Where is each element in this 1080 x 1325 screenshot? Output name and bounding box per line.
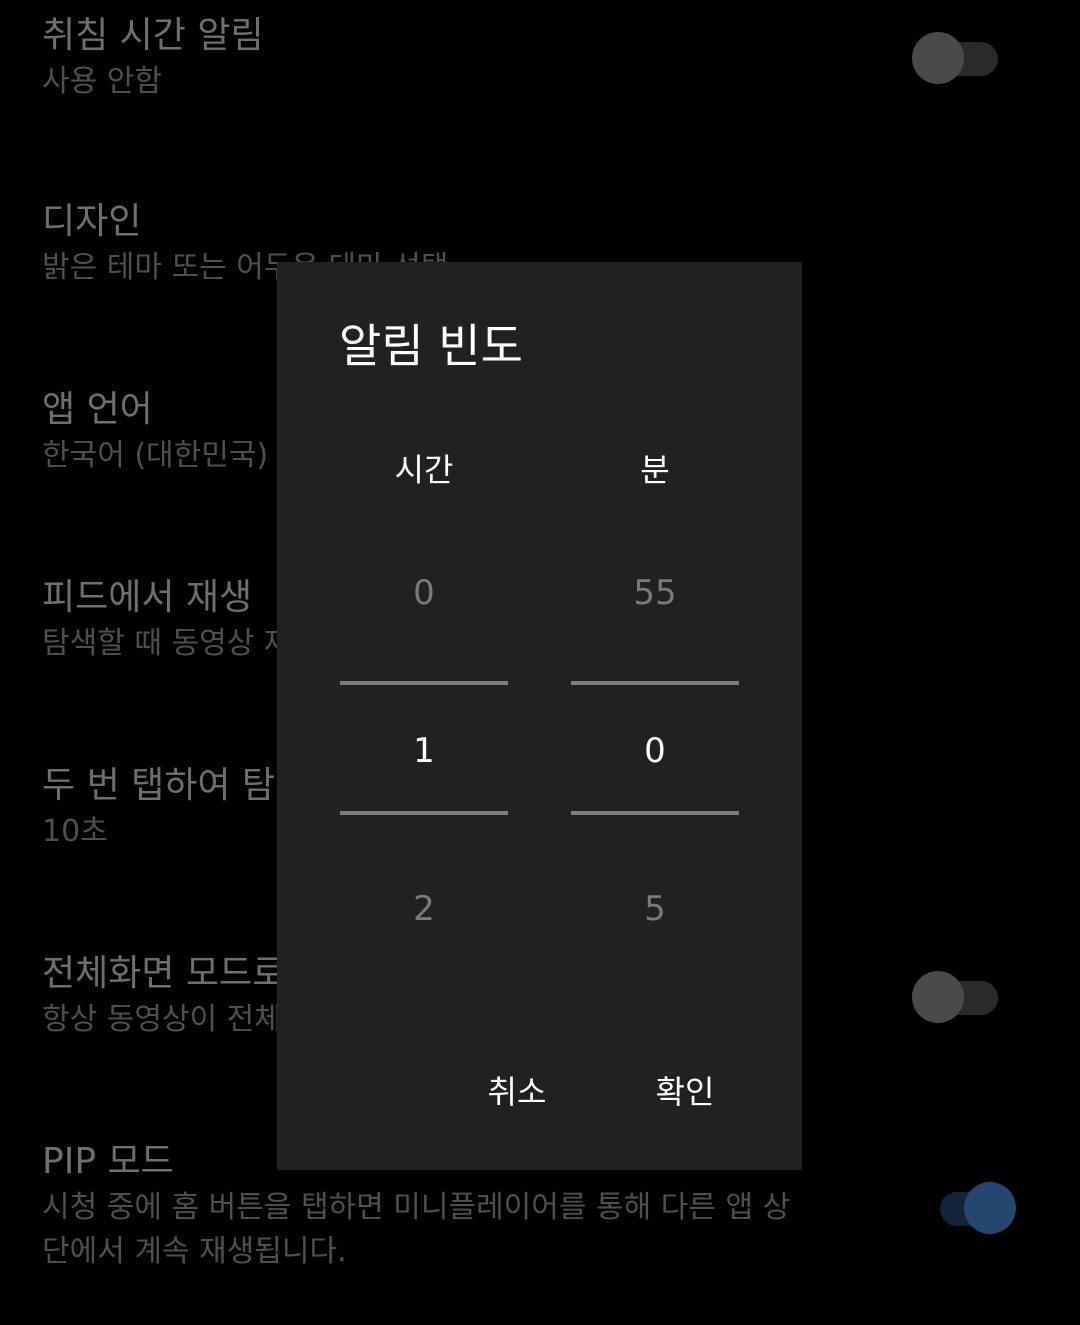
toggle-thumb [912, 971, 964, 1023]
minutes-divider-top [571, 681, 739, 685]
pip-mode-toggle[interactable] [926, 1176, 1016, 1234]
minutes-divider-bottom [571, 811, 739, 815]
hours-divider-bottom [340, 811, 508, 815]
dialog-title: 알림 빈도 [339, 319, 523, 373]
toggle-thumb [912, 32, 964, 84]
setting-subtitle: 시청 중에 홈 버튼을 탭하면 미니플레이어를 통해 다른 앱 상단에서 계속 … [42, 1190, 791, 1269]
setting-subtitle: 사용 안함 [42, 64, 162, 99]
hours-selected-value[interactable]: 1 [340, 727, 508, 775]
hours-prev-value[interactable]: 0 [340, 569, 508, 617]
setting-title: 취침 시간 알림 [42, 15, 264, 56]
minutes-prev-value[interactable]: 55 [571, 569, 739, 617]
cancel-button[interactable]: 취소 [457, 1064, 577, 1120]
hours-divider-top [340, 681, 508, 685]
setting-bedtime-reminder[interactable]: 취침 시간 알림 사용 안함 [42, 12, 882, 104]
fullscreen-mode-toggle[interactable] [912, 965, 1002, 1023]
settings-screen: 취침 시간 알림 사용 안함 디자인 밝은 테마 또는 어두운 테마 선택 앱 … [0, 0, 1080, 1325]
setting-title: 디자인 [42, 201, 142, 242]
minutes-selected-value[interactable]: 0 [571, 727, 739, 775]
ok-button[interactable]: 확인 [625, 1064, 745, 1120]
hours-next-value[interactable]: 2 [340, 885, 508, 933]
hours-column-label: 시간 [394, 451, 454, 489]
minutes-column-label: 분 [640, 451, 670, 489]
minutes-next-value[interactable]: 5 [571, 885, 739, 933]
bedtime-reminder-toggle[interactable] [912, 26, 1002, 84]
reminder-frequency-dialog: 알림 빈도 시간 0 1 2 분 55 0 5 취소 확인 [277, 262, 802, 1170]
toggle-thumb [964, 1182, 1016, 1234]
